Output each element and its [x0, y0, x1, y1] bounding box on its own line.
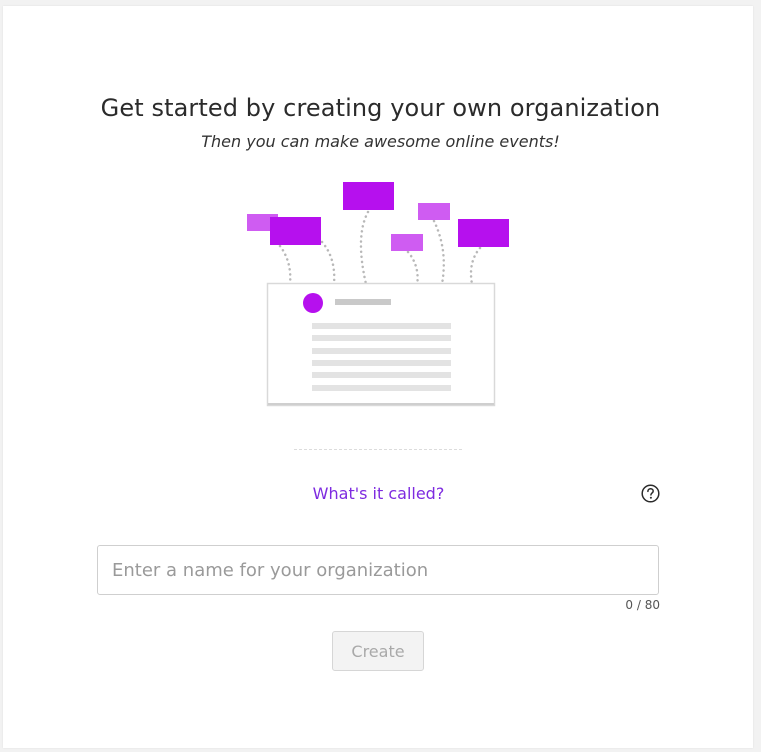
text-line	[312, 372, 451, 378]
text-line	[312, 335, 451, 341]
string-4	[406, 250, 419, 288]
avatar-dot	[303, 293, 323, 313]
flag-right	[458, 219, 509, 247]
string-1	[278, 244, 292, 286]
flag-top	[343, 182, 394, 210]
organization-name-input[interactable]	[97, 545, 659, 595]
string-5	[432, 219, 446, 286]
flag-left	[270, 217, 321, 245]
flag-small-right	[418, 203, 450, 220]
text-line	[312, 323, 451, 329]
string-6	[469, 246, 482, 286]
create-button[interactable]: Create	[332, 631, 424, 671]
organization-events-illustration	[240, 176, 520, 416]
header-line	[335, 299, 391, 305]
string-3	[359, 210, 370, 286]
character-counter: 0 / 80	[625, 598, 660, 612]
page-title: Get started by creating your own organiz…	[100, 94, 661, 122]
text-line	[312, 360, 451, 366]
question-circle-icon[interactable]	[641, 484, 660, 503]
flag-small-middle	[391, 234, 423, 251]
page-subtitle: Then you can make awesome online events!	[201, 132, 560, 151]
string-2	[320, 240, 336, 286]
text-line	[312, 385, 451, 391]
text-line	[312, 348, 451, 354]
section-divider	[294, 449, 462, 450]
